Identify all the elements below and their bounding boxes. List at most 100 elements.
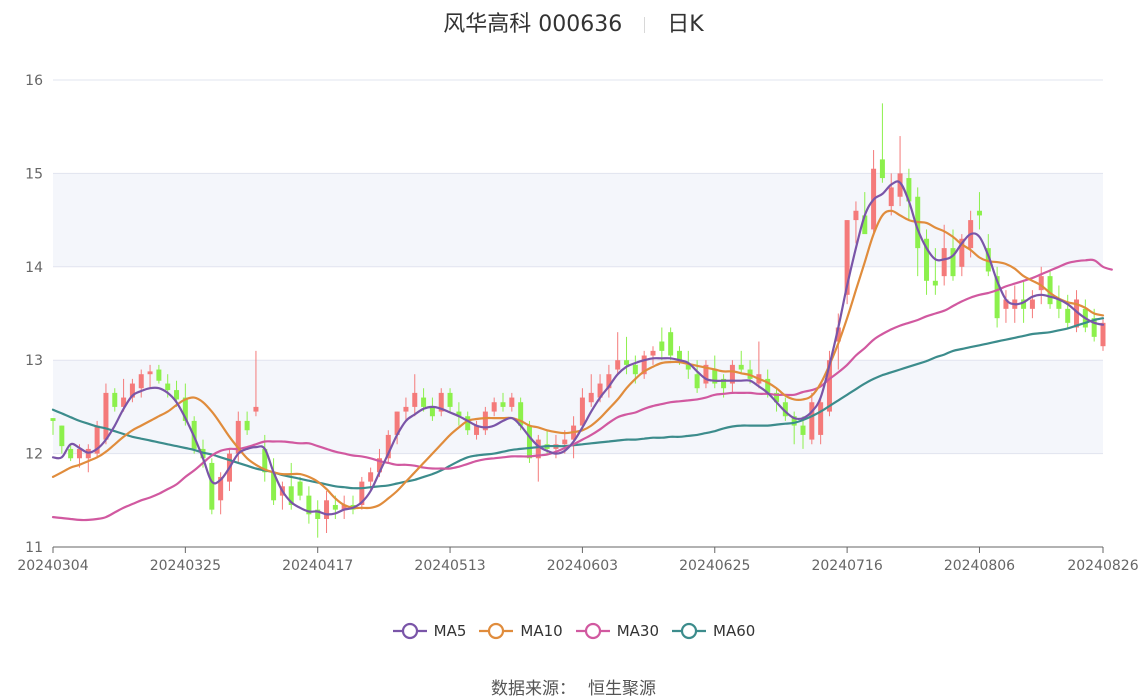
candle xyxy=(897,136,903,207)
axes xyxy=(52,546,1104,553)
legend-label: MA5 xyxy=(433,622,467,640)
candle-body xyxy=(624,360,630,365)
candle-body xyxy=(632,364,638,375)
candle-body xyxy=(579,397,585,426)
x-tick-label: 20240513 xyxy=(414,558,485,574)
y-tick-label: 12 xyxy=(25,447,43,463)
candle-body xyxy=(244,420,250,431)
candle-body xyxy=(588,392,594,403)
x-tick-label: 20240325 xyxy=(150,558,221,574)
candle-body xyxy=(1065,308,1071,323)
candle-body xyxy=(68,448,74,459)
x-tick-label: 20240716 xyxy=(811,558,882,574)
candle-body xyxy=(165,383,171,391)
candle xyxy=(306,486,312,524)
candle-body xyxy=(809,402,815,440)
candle-body xyxy=(103,392,109,440)
candle-body xyxy=(976,210,982,216)
candle-body xyxy=(818,402,824,435)
candle xyxy=(1056,285,1062,319)
candle xyxy=(341,495,347,519)
candle-body xyxy=(738,364,744,370)
x-tick-label: 20240625 xyxy=(679,558,750,574)
candle-body xyxy=(368,472,374,482)
candle xyxy=(1065,294,1071,328)
candle-body xyxy=(526,425,532,459)
candle-body xyxy=(112,392,118,407)
candle xyxy=(350,495,356,515)
x-tick-label: 20240304 xyxy=(17,558,88,574)
y-tick-label: 14 xyxy=(25,260,43,276)
legend-item-ma60[interactable]: MA60 xyxy=(671,621,755,641)
candle xyxy=(1100,318,1106,351)
candle-body xyxy=(138,374,144,389)
candle-body xyxy=(465,416,471,431)
candle xyxy=(615,332,621,375)
data-source: 数据来源： 恒生聚源 xyxy=(0,674,1147,699)
candle-body xyxy=(209,462,215,510)
candle xyxy=(315,500,321,538)
data-source-value: 恒生聚源 xyxy=(588,679,656,699)
candle-body xyxy=(1100,322,1106,347)
candle-body xyxy=(941,248,947,277)
candle xyxy=(659,327,665,361)
y-tick-labels: 11 12 13 14 15 16 xyxy=(25,73,43,556)
candle-body xyxy=(800,425,806,435)
candle-body xyxy=(650,350,656,356)
candle-body xyxy=(500,402,506,407)
legend: MA5 MA10 MA30 MA60 xyxy=(0,621,1147,645)
candle-body xyxy=(174,390,180,400)
candle xyxy=(297,476,303,501)
candle-body xyxy=(659,341,665,351)
candle-body xyxy=(509,397,515,407)
candle-body xyxy=(324,500,330,519)
candle-body xyxy=(50,418,56,421)
legend-marker-icon xyxy=(392,622,427,640)
candle-body xyxy=(332,504,338,510)
candle-body xyxy=(297,481,303,496)
candle-body xyxy=(76,448,82,459)
candle-body xyxy=(1029,299,1035,309)
candle-body xyxy=(59,425,65,447)
candle xyxy=(324,490,330,533)
x-tick-labels: 20240304 20240325 20240417 20240513 20240603… xyxy=(17,558,1138,574)
legend-item-ma5[interactable]: MA5 xyxy=(392,621,467,641)
legend-marker-icon xyxy=(575,622,610,640)
candle-body xyxy=(412,392,418,407)
candle xyxy=(1029,290,1035,319)
candle-body xyxy=(491,402,497,412)
x-tick-label: 20240826 xyxy=(1067,558,1138,574)
y-tick-label: 13 xyxy=(25,353,43,369)
legend-label: MA30 xyxy=(616,622,660,640)
data-source-label: 数据来源： xyxy=(491,679,576,699)
candle xyxy=(209,458,215,515)
candle-body xyxy=(932,280,938,286)
candle-body xyxy=(421,397,427,407)
candle-body xyxy=(253,406,259,412)
x-tick-label: 20240417 xyxy=(282,558,353,574)
candle-body xyxy=(694,374,700,389)
candle-body xyxy=(562,439,568,445)
candle-body xyxy=(147,371,153,375)
candle-body xyxy=(156,369,162,381)
candle-body xyxy=(615,360,621,370)
y-tick-label: 15 xyxy=(25,166,43,182)
candle-body xyxy=(668,332,674,356)
candle-body xyxy=(447,392,453,407)
candle-body xyxy=(888,187,894,207)
candle xyxy=(879,103,885,183)
legend-marker-icon xyxy=(672,622,707,640)
plot-band xyxy=(53,360,1103,454)
y-tick-label: 16 xyxy=(25,73,43,89)
x-tick-label: 20240603 xyxy=(547,558,618,574)
candle xyxy=(871,150,877,235)
candle-body xyxy=(429,406,435,417)
x-tick-label: 20240806 xyxy=(944,558,1015,574)
candle-body xyxy=(879,159,885,179)
legend-item-ma10[interactable]: MA10 xyxy=(478,621,563,641)
candlestick-chart: 111213141516 20240304 20240325 20240417 202… xyxy=(17,73,1138,574)
legend-item-ma30[interactable]: MA30 xyxy=(575,621,659,641)
legend-label: MA60 xyxy=(713,622,756,640)
y-tick-label: 11 xyxy=(25,540,43,556)
candle xyxy=(668,327,674,361)
